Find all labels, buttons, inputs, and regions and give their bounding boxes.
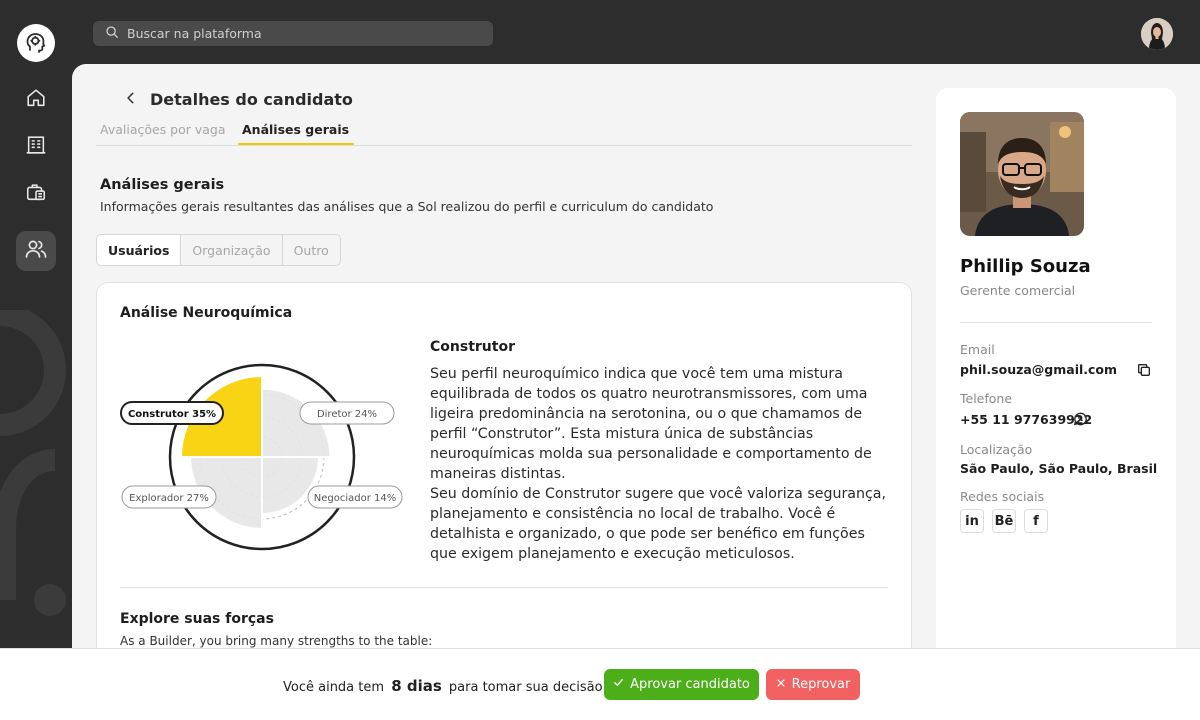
facebook-icon[interactable]: f [1024,509,1048,533]
chart-label-explorador: Explorador 27% [121,485,217,509]
neurochemical-chart: Construtor 35% Diretor 24% Negociador 14% E… [120,363,403,551]
users-icon [24,237,48,265]
search-input[interactable]: Buscar na plataforma [93,21,493,46]
strengths-title: Explore suas forças [120,611,274,627]
decision-prefix: Você ainda tem [283,680,385,695]
segment-control: Usuários Organização Outro [96,234,341,266]
section-title: Análises gerais [100,177,225,193]
approve-label: Aprovar candidato [630,677,750,692]
briefcase-icon [25,181,47,207]
strengths-subtitle: As a Builder, you bring many strengths t… [120,634,433,648]
tab-evaluations-by-job[interactable]: Avaliações por vaga [100,122,226,143]
close-icon [776,677,786,692]
behance-icon[interactable]: Bē [992,509,1016,533]
location-value: São Paulo, São Paulo, Brasil [960,461,1158,476]
analysis-title: Análise Neuroquímica [120,305,293,321]
decision-days: 8 dias [391,677,442,695]
email-label: Email [960,342,995,357]
user-avatar[interactable] [1141,18,1173,50]
segment-organization[interactable]: Organização [181,235,283,265]
nav-candidates[interactable] [16,231,56,271]
decision-text: Você ainda tem 8 dias para tomar sua dec… [283,677,607,695]
divider [120,587,888,588]
profile-divider [960,322,1152,323]
chart-label-negociador: Negociador 14% [307,485,403,509]
candidate-role: Gerente comercial [960,283,1076,298]
tab-general-analyses[interactable]: Análises gerais [238,122,355,145]
decision-bar: Você ainda tem 8 dias para tomar sua dec… [0,648,1200,720]
copy-icon[interactable] [1136,362,1152,382]
tab-bar: Avaliações por vaga Análises gerais [96,122,912,146]
location-label: Localização [960,442,1033,457]
whatsapp-icon[interactable] [1072,411,1088,431]
reject-label: Reprovar [791,677,851,692]
section-subtitle: Informações gerais resultantes das análi… [100,199,714,214]
check-icon [613,677,624,692]
chart-label-text: Negociador 14% [314,493,397,504]
approve-button[interactable]: Aprovar candidato [604,669,759,700]
linkedin-icon[interactable]: in [960,509,984,533]
candidate-name: Phillip Souza [960,256,1091,277]
social-label: Redes sociais [960,489,1045,504]
decorative-shape [0,310,66,616]
back-arrow-icon[interactable] [124,90,138,109]
home-icon [25,87,47,113]
segment-users[interactable]: Usuários [97,235,182,265]
email-value: phil.souza@gmail.com [960,362,1118,377]
profile-description-p2: Seu domínio de Construtor sugere que voc… [430,486,887,562]
search-placeholder: Buscar na plataforma [127,26,262,41]
segment-other[interactable]: Outro [283,235,340,265]
chart-label-diretor: Diretor 24% [299,401,395,425]
page-header: Detalhes do candidato [124,90,353,109]
search-icon [105,24,119,43]
main-panel: Detalhes do candidato Avaliações por vag… [72,64,1200,720]
chart-label-text: Diretor 24% [317,409,377,420]
profile-description-p1: Seu perfil neuroquímico indica que você … [430,366,872,482]
building-icon [25,134,47,160]
phone-label: Telefone [960,391,1013,406]
reject-button[interactable]: Reprovar [766,669,860,700]
candidate-profile-card: Phillip Souza Gerente comercial Email ph… [936,88,1176,708]
chart-label-text: Explorador 27% [129,493,209,504]
candidate-photo [960,112,1084,236]
chart-label-construtor: Construtor 35% [120,401,224,425]
nav-companies[interactable] [16,127,56,167]
nav-home[interactable] [16,80,56,120]
profile-description: Seu perfil neuroquímico indica que você … [430,364,890,564]
page-title: Detalhes do candidato [150,90,353,109]
brain-head-icon[interactable] [17,24,55,62]
profile-type: Construtor [430,339,515,355]
decision-suffix: para tomar sua decisão: [448,680,607,695]
chart-label-text: Construtor 35% [128,409,216,420]
sidebar [0,0,72,720]
nav-jobs[interactable] [16,174,56,214]
